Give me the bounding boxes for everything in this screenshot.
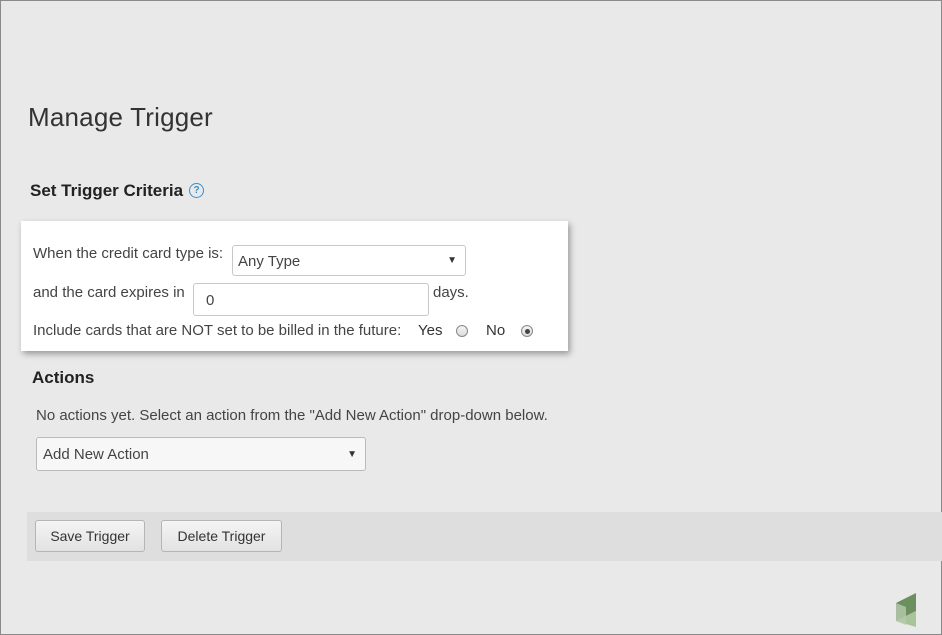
- no-radio[interactable]: [521, 325, 533, 337]
- brand-logo-icon: [894, 591, 920, 634]
- yes-radio[interactable]: [456, 325, 468, 337]
- chevron-down-icon: ▼: [347, 449, 357, 460]
- include-label: Include cards that are NOT set to be bil…: [33, 322, 402, 339]
- no-label: No: [486, 322, 506, 339]
- criteria-title-text: Set Trigger Criteria: [30, 181, 184, 200]
- criteria-panel: When the credit card type is: Any Type ▼…: [21, 221, 568, 351]
- save-trigger-button[interactable]: Save Trigger: [35, 520, 145, 552]
- expires-days-input[interactable]: 0: [193, 283, 429, 316]
- chevron-down-icon: ▼: [447, 255, 457, 266]
- yes-label: Yes: [418, 322, 443, 339]
- delete-trigger-button[interactable]: Delete Trigger: [161, 520, 282, 552]
- add-new-action-select[interactable]: Add New Action ▼: [36, 437, 366, 471]
- card-type-select[interactable]: Any Type ▼: [232, 245, 466, 276]
- add-new-action-value: Add New Action: [43, 446, 149, 463]
- help-icon[interactable]: ?: [189, 182, 205, 198]
- days-label: days.: [433, 284, 469, 301]
- expires-days-value: 0: [206, 292, 215, 309]
- card-type-label: When the credit card type is:: [33, 245, 224, 262]
- card-type-value: Any Type: [238, 253, 301, 270]
- criteria-section-title: Set Trigger Criteria ?: [30, 181, 205, 201]
- actions-empty-message: No actions yet. Select an action from th…: [36, 407, 548, 424]
- page-title: Manage Trigger: [28, 102, 213, 132]
- expires-label: and the card expires in: [33, 284, 185, 301]
- actions-title: Actions: [32, 368, 95, 387]
- button-bar: Save Trigger Delete Trigger: [27, 512, 942, 561]
